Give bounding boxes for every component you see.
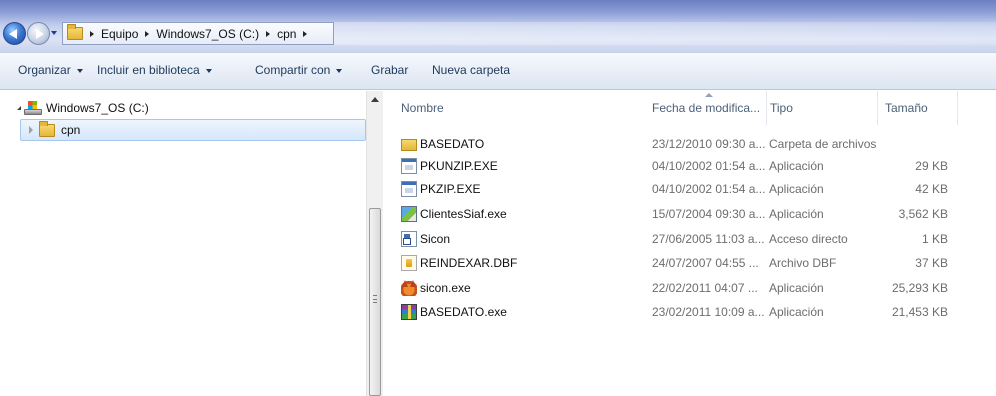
folder-icon [39,120,55,137]
file-type: Carpeta de archivos [769,137,877,151]
file-size: 3,562 KB [898,207,948,221]
column-header-date[interactable]: Fecha de modifica... [651,91,767,125]
breadcrumb-drive[interactable]: Windows7_OS (C:) [156,27,259,41]
table-row[interactable]: PKZIP.EXE 04/10/2002 01:54 a... Aplicaci… [384,178,996,200]
table-row[interactable]: sicon.exe 22/02/2011 04:07 ... Aplicació… [384,277,996,299]
tree-item-cpn-label: cpn [61,123,81,137]
tree-item-drive[interactable]: Windows7_OS (C:) [17,97,149,119]
sort-up-icon [704,93,713,97]
table-row[interactable]: PKUNZIP.EXE 04/10/2002 01:54 a... Aplica… [384,155,996,177]
file-date: 04/10/2002 01:54 a... [652,182,766,196]
exe-icon [401,181,417,197]
expanded-arrow-icon[interactable] [17,106,21,110]
file-list: Nombre Fecha de modifica... Tipo Tamaño … [384,91,996,396]
share-with-label: Compartir con [255,63,331,77]
breadcrumb-equipo[interactable]: Equipo [101,27,138,41]
navigation-pane: Windows7_OS (C:) cpn [0,91,366,396]
file-date: 24/07/2007 04:55 ... [652,256,759,270]
file-date: 27/06/2005 11:03 a... [652,232,765,246]
organize-label: Organizar [18,63,71,77]
address-bar-background [334,22,996,45]
drive-icon [24,101,42,115]
table-row[interactable]: BASEDATO 23/12/2010 09:30 a... Carpeta d… [384,133,996,155]
file-type: Acceso directo [769,232,848,246]
file-type: Aplicación [769,207,824,221]
address-bar: Equipo Windows7_OS (C:) cpn [0,0,996,52]
breadcrumb[interactable]: Equipo Windows7_OS (C:) cpn [62,22,334,45]
grip-icon [373,295,377,303]
file-name: BASEDATO [420,137,485,151]
breadcrumb-cpn[interactable]: cpn [277,27,296,41]
command-bar: Organizar Incluir en biblioteca Comparti… [0,52,996,90]
collapsed-arrow-icon[interactable] [29,126,33,134]
file-size: 42 KB [915,182,948,196]
file-name: ClientesSiaf.exe [420,207,507,221]
file-date: 04/10/2002 01:54 a... [652,159,766,173]
column-header-name[interactable]: Nombre [399,91,651,125]
back-button[interactable] [3,22,26,45]
file-type: Aplicación [769,305,824,319]
burn-button[interactable]: Grabar [371,63,408,77]
file-type: Aplicación [769,281,824,295]
file-date: 23/02/2011 10:09 a... [652,305,765,319]
setup-icon [401,206,417,222]
file-size: 29 KB [915,159,948,173]
chevron-right-icon[interactable] [90,30,94,37]
table-row[interactable]: REINDEXAR.DBF 24/07/2007 04:55 ... Archi… [384,252,996,274]
shortcut-icon [401,231,417,247]
table-row[interactable]: Sicon 27/06/2005 11:03 a... Acceso direc… [384,228,996,250]
scroll-up-icon[interactable] [371,97,379,102]
file-name: PKUNZIP.EXE [420,159,498,173]
file-name: PKZIP.EXE [420,182,481,196]
folder-icon [67,24,83,40]
table-row[interactable]: BASEDATO.exe 23/02/2011 10:09 a... Aplic… [384,301,996,323]
recent-pages-dropdown[interactable] [51,31,57,35]
new-folder-button[interactable]: Nueva carpeta [432,63,510,77]
folder-icon [401,139,417,151]
file-type: Aplicación [769,182,824,196]
column-header-type[interactable]: Tipo [768,91,878,125]
chevron-down-icon [205,68,212,73]
chevron-right-icon[interactable] [303,30,308,37]
file-size: 37 KB [915,256,948,270]
file-date: 22/02/2011 04:07 ... [652,281,758,295]
chevron-down-icon [336,68,343,73]
forward-button[interactable] [27,22,50,45]
file-size: 1 KB [921,232,948,246]
file-date: 15/07/2004 09:30 a... [652,207,766,221]
include-library-button[interactable]: Incluir en biblioteca [97,63,212,77]
dbf-icon [401,255,417,271]
burn-label: Grabar [371,63,409,77]
file-name: REINDEXAR.DBF [420,256,518,270]
tree-item-cpn[interactable]: cpn [20,119,366,141]
file-type: Aplicación [769,159,824,173]
new-folder-label: Nueva carpeta [432,63,511,77]
share-with-button[interactable]: Compartir con [255,63,343,77]
file-date: 23/12/2010 09:30 a... [652,137,766,151]
column-size-label: Tamaño [885,101,928,115]
tree-item-drive-label: Windows7_OS (C:) [46,101,149,115]
navigation-scrollbar[interactable] [366,91,383,396]
exe-icon [401,158,417,174]
file-type: Archivo DBF [769,256,837,270]
column-header-size[interactable]: Tamaño [878,91,958,125]
file-size: 21,453 KB [891,305,948,319]
file-name: Sicon [420,232,451,246]
chevron-down-icon [76,68,83,73]
organize-button[interactable]: Organizar [18,63,83,77]
file-size: 25,293 KB [891,281,948,295]
winrar-icon [401,304,417,320]
scrollbar-thumb[interactable] [369,208,381,396]
file-name: sicon.exe [420,281,471,295]
column-date-label: Fecha de modifica... [652,101,761,115]
chevron-right-icon[interactable] [145,30,150,37]
table-row[interactable]: ClientesSiaf.exe 15/07/2004 09:30 a... A… [384,203,996,225]
foxpro-icon [401,280,417,296]
chevron-right-icon[interactable] [266,30,271,37]
file-name: BASEDATO.exe [420,305,507,319]
include-library-label: Incluir en biblioteca [97,63,200,77]
column-name-label: Nombre [401,101,444,115]
column-type-label: Tipo [770,101,793,115]
